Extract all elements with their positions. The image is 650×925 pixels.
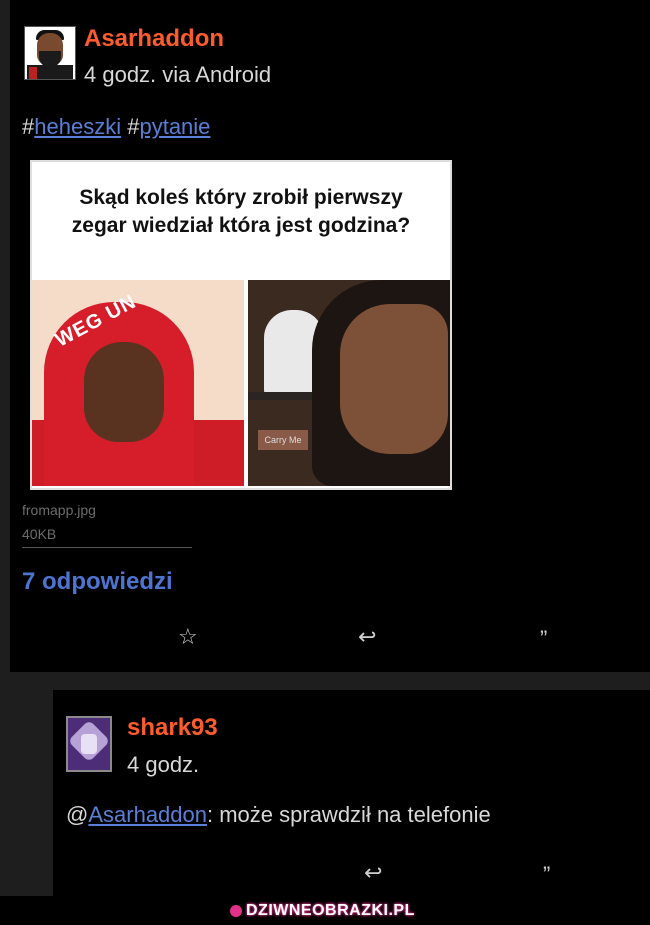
meme-caption-line-1: Skąd koleś który zrobił pierwszy	[79, 186, 403, 209]
reply-arrow-icon[interactable]: ↩	[358, 626, 376, 648]
tag-hash: #	[22, 114, 35, 139]
meme-photo-right: Carry Me	[248, 280, 450, 486]
reply-body: : może sprawdził na telefonie	[207, 802, 491, 827]
avatar-shirt-accent	[29, 67, 37, 79]
file-size: 40KB	[22, 526, 57, 542]
sign: Carry Me	[258, 430, 308, 450]
reply-text: @Asarhaddon: może sprawdził na telefonie	[66, 802, 491, 828]
post-tags: #heheszki #pytanie	[22, 114, 210, 140]
reply-author-avatar[interactable]	[66, 716, 112, 772]
favorite-star-icon[interactable]: ☆	[178, 626, 198, 648]
mention-at: @	[66, 802, 89, 827]
reply-author-name[interactable]: shark93	[127, 714, 218, 742]
watermark-icon	[230, 905, 242, 917]
watermark: DZIWNEOBRAZKI.PL	[246, 902, 415, 919]
mention-link[interactable]: Asarhaddon	[88, 802, 207, 827]
meme-caption-line-2: zegar wiedział która jest godzina?	[71, 214, 411, 237]
person-face-left	[84, 342, 164, 442]
person-face-right	[340, 304, 448, 454]
post-author-name[interactable]: Asarhaddon	[84, 25, 224, 53]
avatar-wolf-face	[81, 734, 97, 754]
tag-hash: #	[127, 114, 140, 139]
quote-icon[interactable]: ”	[540, 628, 547, 650]
quote-icon[interactable]: ”	[543, 864, 550, 886]
file-name[interactable]: fromapp.jpg	[22, 502, 96, 518]
tag-pytanie[interactable]: pytanie	[139, 114, 210, 139]
reply-meta: 4 godz.	[127, 752, 200, 777]
file-divider	[22, 547, 192, 548]
tag-heheszki[interactable]: heheszki	[34, 114, 121, 139]
replies-link[interactable]: 7 odpowiedzi	[22, 568, 173, 596]
meme-photo-left: WEG UN	[32, 280, 244, 486]
meme-caption: Skąd koleś który zrobił pierwszy zegar w…	[32, 184, 450, 240]
post-meta: 4 godz. via Android	[84, 62, 272, 87]
post-image[interactable]: Skąd koleś który zrobił pierwszy zegar w…	[30, 160, 452, 490]
reply-arrow-icon[interactable]: ↩	[364, 862, 382, 884]
author-avatar[interactable]	[24, 26, 76, 80]
